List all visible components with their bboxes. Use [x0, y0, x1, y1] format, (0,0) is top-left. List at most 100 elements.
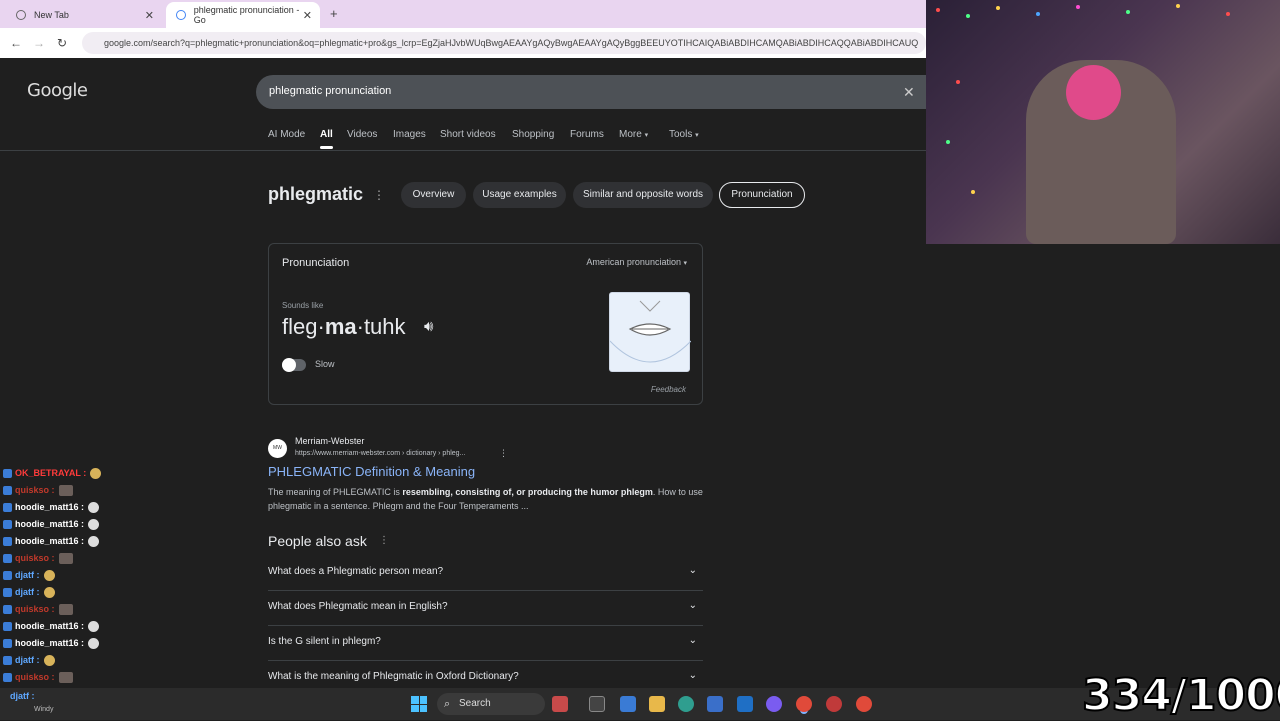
- task-view-icon[interactable]: [589, 696, 605, 712]
- tab-videos[interactable]: Videos: [347, 129, 377, 140]
- chat-username: hoodie_matt16 :: [15, 502, 85, 512]
- tab-short-videos[interactable]: Short videos: [440, 129, 496, 140]
- copilot-icon[interactable]: [620, 696, 636, 712]
- tab-shopping[interactable]: Shopping: [512, 129, 554, 140]
- chat-message: quiskso :: [3, 670, 73, 684]
- speaker-icon[interactable]: 🔊︎: [424, 318, 433, 335]
- store-icon[interactable]: [707, 696, 723, 712]
- chip-overview[interactable]: Overview: [401, 182, 466, 208]
- outlook-icon[interactable]: [737, 696, 753, 712]
- chat-badge: [3, 604, 12, 614]
- card-title: Pronunciation: [282, 257, 350, 269]
- chat-emote: [88, 518, 100, 530]
- chevron-down-icon: ⌄: [688, 670, 697, 681]
- feedback-link[interactable]: Feedback: [651, 385, 686, 394]
- browser-tab-bar: New Tab ✕ phlegmatic pronunciation - Go …: [0, 0, 926, 28]
- chat-emote: [90, 467, 102, 479]
- tab-images[interactable]: Images: [393, 129, 426, 140]
- slow-toggle[interactable]: [282, 358, 306, 372]
- back-icon[interactable]: ←: [10, 36, 22, 50]
- chat-badge: [3, 519, 12, 529]
- result-url[interactable]: https://www.merriam-webster.com › dictio…: [295, 450, 465, 457]
- result-site-name[interactable]: Merriam-Webster: [295, 436, 364, 446]
- chat-emote: [43, 654, 55, 666]
- chat-badge: [3, 485, 12, 495]
- file-explorer-icon[interactable]: [649, 696, 665, 712]
- paa-question[interactable]: Is the G silent in phlegm? ⌄: [268, 626, 703, 661]
- edge-icon[interactable]: [678, 696, 694, 712]
- chip-usage-examples[interactable]: Usage examples: [473, 182, 566, 208]
- caret-down-icon: ▾: [644, 132, 649, 139]
- more-options-icon[interactable]: ⋮: [379, 535, 389, 546]
- clear-search-icon[interactable]: ✕: [903, 84, 915, 101]
- tab-tools-label: Tools: [669, 129, 693, 140]
- paa-question[interactable]: What does a Phlegmatic person mean? ⌄: [268, 556, 703, 591]
- paa-question-text: Is the G silent in phlegm?: [268, 636, 381, 647]
- string-light: [1226, 12, 1230, 16]
- chat-emote: [58, 552, 73, 564]
- chat-username: hoodie_matt16 :: [15, 621, 85, 631]
- webcam-overlay: [926, 0, 1280, 244]
- tab-ai-mode[interactable]: AI Mode: [268, 129, 305, 140]
- chip-similar-opposite[interactable]: Similar and opposite words: [573, 182, 713, 208]
- stream-chat: OK_BETRAYAL : quiskso : hoodie_matt16 : …: [0, 450, 200, 690]
- url-field[interactable]: google.com/search?q=phlegmatic+pronuncia…: [82, 32, 926, 54]
- new-tab-icon[interactable]: +: [330, 6, 338, 21]
- string-light: [971, 190, 975, 194]
- chat-emote: [88, 620, 100, 632]
- chat-message: hoodie_matt16 :: [3, 500, 100, 514]
- result-title-link[interactable]: PHLEGMATIC Definition & Meaning: [268, 464, 475, 479]
- close-tab-icon[interactable]: ✕: [145, 9, 154, 22]
- accent-dropdown[interactable]: American pronunciation ▾: [586, 257, 687, 267]
- chat-message: hoodie_matt16 :: [3, 619, 100, 633]
- paa-question-text: What does a Phlegmatic person mean?: [268, 566, 444, 577]
- tab-new-tab[interactable]: New Tab ✕: [6, 2, 162, 28]
- chat-badge: [3, 621, 12, 631]
- tab-more[interactable]: More ▾: [619, 129, 648, 140]
- chat-username: djatf :: [15, 587, 40, 597]
- close-tab-icon[interactable]: ✕: [303, 9, 312, 22]
- windows-start-icon[interactable]: [411, 696, 427, 712]
- app-icon[interactable]: [552, 696, 568, 712]
- chrome-icon[interactable]: [856, 696, 872, 712]
- string-light: [956, 80, 960, 84]
- chat-message: hoodie_matt16 :: [3, 517, 100, 531]
- result-menu-icon[interactable]: ⋮: [499, 448, 508, 459]
- chevron-down-icon: ⌄: [688, 635, 697, 646]
- more-options-icon[interactable]: ⋮: [373, 188, 385, 202]
- paa-question[interactable]: What does Phlegmatic mean in English? ⌄: [268, 591, 703, 626]
- chat-username: quiskso :: [15, 604, 55, 614]
- tab-forums[interactable]: Forums: [570, 129, 604, 140]
- chat-message: djatf :: [3, 653, 55, 667]
- chat-emote: [43, 569, 55, 581]
- app-icon[interactable]: [826, 696, 842, 712]
- people-also-ask-heading: People also ask: [268, 533, 367, 549]
- weather-widget[interactable]: Windy: [34, 706, 53, 713]
- chip-pronunciation[interactable]: Pronunciation: [719, 182, 805, 208]
- chat-username: hoodie_matt16 :: [15, 638, 85, 648]
- discord-icon[interactable]: [766, 696, 782, 712]
- string-light: [1176, 4, 1180, 8]
- chat-message: OK_BETRAYAL :: [3, 466, 102, 480]
- chat-emote: [58, 484, 73, 496]
- syllable: fleg: [282, 314, 318, 339]
- google-logo[interactable]: Google: [27, 80, 88, 101]
- chat-message: quiskso :: [3, 602, 73, 616]
- chat-emote: [88, 535, 100, 547]
- chat-username: hoodie_matt16 :: [15, 519, 85, 529]
- forward-icon[interactable]: →: [33, 36, 45, 50]
- chat-badge: [3, 468, 12, 478]
- taskbar-search[interactable]: Search: [437, 693, 545, 715]
- chevron-down-icon: ⌄: [688, 600, 697, 611]
- tab-all[interactable]: All: [320, 129, 333, 149]
- reload-icon[interactable]: ↻: [57, 36, 67, 50]
- chat-emote: [58, 671, 73, 683]
- mouth-animation[interactable]: [609, 292, 692, 372]
- chat-message: quiskso :: [3, 483, 73, 497]
- url-text: google.com/search?q=phlegmatic+pronuncia…: [104, 38, 919, 48]
- search-input[interactable]: phlegmatic pronunciation: [256, 75, 926, 109]
- tab-more-label: More: [619, 129, 642, 140]
- chrome-icon[interactable]: [796, 696, 812, 712]
- tab-tools[interactable]: Tools ▾: [669, 129, 699, 140]
- tab-search[interactable]: phlegmatic pronunciation - Go ✕: [166, 2, 320, 28]
